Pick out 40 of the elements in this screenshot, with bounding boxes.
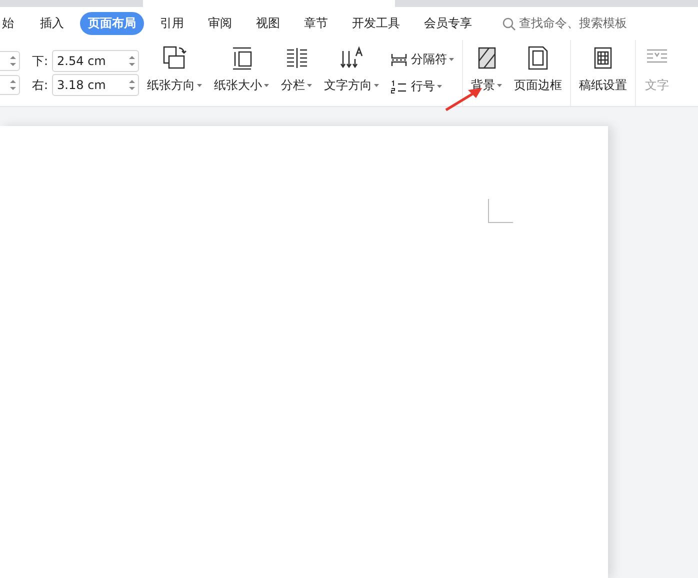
ribbon-button[interactable]: 分隔符 <box>391 51 454 68</box>
ribbon-tab[interactable]: 视图 <box>248 12 288 35</box>
margin-label: 右: <box>32 76 48 94</box>
margin-corner-mark <box>488 199 513 223</box>
spinner-arrows-icon[interactable] <box>129 78 136 92</box>
ribbon-tab[interactable]: 插入 <box>32 12 72 35</box>
spinner-arrows-icon[interactable] <box>129 54 136 68</box>
ribbon-tab[interactable]: 章节 <box>296 12 336 35</box>
spinner-arrows-icon[interactable] <box>10 78 16 92</box>
ribbon-button[interactable]: 页面边框 <box>514 40 562 106</box>
break-icon <box>391 52 408 66</box>
ribbon-tab[interactable]: 会员专享 <box>416 12 480 35</box>
ribbon-tab[interactable]: 引用 <box>152 12 192 35</box>
caret-icon <box>449 58 454 61</box>
search-field[interactable]: 查找命令、搜索模板 <box>502 15 627 32</box>
caret-icon <box>437 85 442 88</box>
spinner-arrows-icon[interactable] <box>10 54 16 68</box>
margin-spinner[interactable] <box>0 75 20 95</box>
ribbon-tab[interactable]: 开发工具 <box>344 12 408 35</box>
ribbon-button[interactable]: 稿纸设置 <box>579 40 628 106</box>
caret-icon <box>374 84 380 87</box>
caret-icon <box>307 84 312 87</box>
margin-label: 下: <box>32 52 48 70</box>
search-icon <box>502 16 516 30</box>
caret-icon <box>497 84 502 87</box>
ribbon-tab[interactable]: 始 <box>0 12 22 35</box>
line-numbers-icon <box>391 80 408 94</box>
ribbon-button[interactable]: 行号 <box>391 78 454 95</box>
ribbon-button[interactable]: 分栏 <box>281 40 312 106</box>
margin-spinner[interactable] <box>0 51 20 71</box>
ribbon-button[interactable]: 文字方向 <box>324 40 380 106</box>
margin-input[interactable]: 3.18 cm <box>52 74 140 96</box>
page-orientation-icon <box>162 45 188 71</box>
ribbon-button[interactable]: 纸张方向 <box>147 40 202 106</box>
ribbon-tab[interactable]: 审阅 <box>200 12 240 35</box>
caret-icon <box>197 84 202 87</box>
text-direction-icon <box>338 45 365 71</box>
caret-icon <box>264 84 270 87</box>
ribbon-button[interactable]: 纸张大小 <box>214 40 270 106</box>
margin-input[interactable]: 2.54 cm <box>52 50 140 72</box>
